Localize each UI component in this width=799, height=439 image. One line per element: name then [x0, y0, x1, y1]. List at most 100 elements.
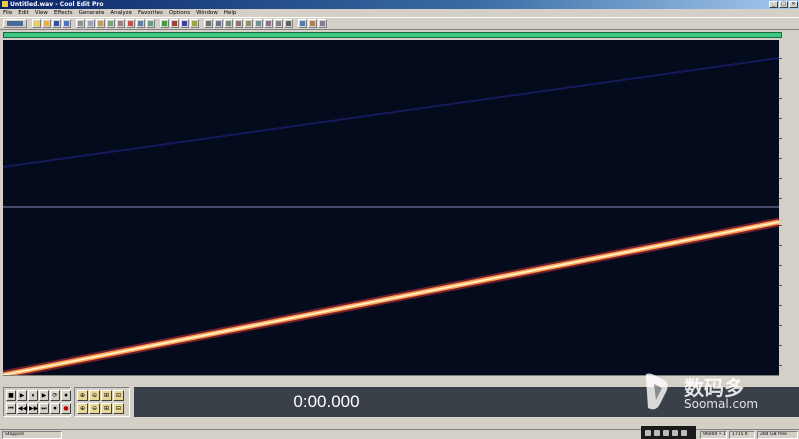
settings-button[interactable]: [318, 19, 327, 28]
mix-paste-button[interactable]: [106, 19, 115, 28]
menu-window[interactable]: Window: [193, 9, 221, 17]
effect-7-icon: [266, 21, 271, 26]
cut-button[interactable]: [76, 19, 85, 28]
frequency-button[interactable]: [308, 19, 317, 28]
effect-6-button[interactable]: [254, 19, 263, 28]
close-button[interactable]: ×: [789, 1, 798, 8]
fast-forward-button[interactable]: ▶▶: [28, 402, 38, 414]
system-tray: [641, 426, 696, 439]
redo-button[interactable]: [146, 19, 155, 28]
menu-bar: File Edit View Effects Generate Analyze …: [0, 9, 799, 17]
maximize-button[interactable]: □: [779, 1, 788, 8]
undo-button[interactable]: [136, 19, 145, 28]
delete-icon: [128, 21, 133, 26]
open-folder-icon: [44, 21, 49, 26]
record-button[interactable]: ⏺: [50, 402, 60, 414]
menu-edit[interactable]: Edit: [15, 9, 32, 17]
trim-icon: [118, 21, 123, 26]
status-free-space: 284 GB free: [757, 431, 798, 439]
menu-file[interactable]: File: [0, 9, 15, 17]
zoom-in-vertical-button[interactable]: ⊕: [77, 402, 88, 414]
analysis-button[interactable]: [298, 19, 307, 28]
spectral-icon: [172, 21, 177, 26]
menu-options[interactable]: Options: [166, 9, 193, 17]
spectral-display[interactable]: [3, 40, 779, 375]
zoom-right-button[interactable]: ⊟: [113, 402, 124, 414]
waveform-icon: [162, 21, 167, 26]
delete-button[interactable]: [126, 19, 135, 28]
tray-icon-3[interactable]: [663, 429, 669, 436]
effect-7-button[interactable]: [264, 19, 273, 28]
effect-9-button[interactable]: [284, 19, 293, 28]
effect-1-button[interactable]: [204, 19, 213, 28]
effect-2-icon: [216, 21, 221, 26]
effect-4-button[interactable]: [234, 19, 243, 28]
redo-icon: [148, 21, 153, 26]
multitrack-toggle-button[interactable]: [3, 19, 27, 28]
tray-icon-2[interactable]: [654, 429, 660, 436]
effect-3-icon: [226, 21, 231, 26]
zoom-out-horizontal-button[interactable]: ⊖: [89, 390, 100, 401]
mix-paste-icon: [108, 21, 113, 26]
zoom-out-vertical-button[interactable]: ⊖: [89, 402, 100, 414]
copy-button[interactable]: [86, 19, 95, 28]
open-button[interactable]: [42, 19, 51, 28]
trim-button[interactable]: [116, 19, 125, 28]
tray-icon-1[interactable]: [645, 429, 651, 436]
menu-generate[interactable]: Generate: [76, 9, 108, 17]
effect-3-button[interactable]: [224, 19, 233, 28]
scroll-button[interactable]: [180, 19, 189, 28]
pause-button[interactable]: ⏸: [28, 390, 38, 401]
go-to-end-button[interactable]: ⏭: [39, 402, 49, 414]
window-title: Untitled.wav - Cool Edit Pro: [10, 1, 104, 8]
zoom-full-button[interactable]: ⊞: [101, 390, 112, 401]
watermark-url: Soomal.com: [684, 397, 759, 411]
tray-icon-5[interactable]: [681, 429, 687, 436]
rewind-button[interactable]: ◀◀: [17, 402, 27, 414]
minimize-button[interactable]: _: [769, 1, 778, 8]
go-to-start-button[interactable]: ⏮: [6, 402, 16, 414]
effect-2-button[interactable]: [214, 19, 223, 28]
spectral-view-button[interactable]: [170, 19, 179, 28]
status-bits: 96000 • 16-bit: [700, 431, 727, 439]
overview-bar[interactable]: [3, 32, 782, 38]
paste-button[interactable]: [96, 19, 105, 28]
transport-controls: ■ ▶ ⏸ ▶ ⟳ ⏺ ⏮ ◀◀ ▶▶ ⏭ ⏺ ●: [3, 387, 71, 417]
effect-5-icon: [246, 21, 251, 26]
upper-channel-sweep: [3, 57, 779, 168]
stop-button[interactable]: ■: [6, 390, 16, 401]
marker-icon: [192, 21, 197, 26]
marker-button[interactable]: [190, 19, 199, 28]
loop-button[interactable]: ⟳: [50, 390, 60, 401]
app-icon: [2, 1, 8, 7]
save-icon: [54, 21, 59, 26]
play-button[interactable]: ▶: [17, 390, 27, 401]
menu-effects[interactable]: Effects: [51, 9, 76, 17]
zoom-selection-button[interactable]: ⊟: [113, 390, 124, 401]
zoom-left-button[interactable]: ⊞: [101, 402, 112, 414]
tray-icon-4[interactable]: [672, 429, 678, 436]
menu-analyze[interactable]: Analyze: [107, 9, 135, 17]
effect-8-button[interactable]: [274, 19, 283, 28]
play-to-end-button[interactable]: ▶: [39, 390, 49, 401]
zoom-in-horizontal-button[interactable]: ⊕: [77, 390, 88, 401]
record-button-top[interactable]: ⏺: [61, 390, 71, 401]
copy-icon: [88, 21, 93, 26]
effect-5-button[interactable]: [244, 19, 253, 28]
record-red-button[interactable]: ●: [61, 402, 71, 414]
scroll-icon: [182, 21, 187, 26]
menu-favorites[interactable]: Favorites: [135, 9, 166, 17]
save-button[interactable]: [52, 19, 61, 28]
effect-1-icon: [206, 21, 211, 26]
effect-9-icon: [286, 21, 291, 26]
settings-icon: [320, 21, 325, 26]
menu-view[interactable]: View: [32, 9, 51, 17]
effect-6-icon: [256, 21, 261, 26]
frequency-icon: [310, 21, 315, 26]
menu-help[interactable]: Help: [221, 9, 240, 17]
waveform-view-button[interactable]: [160, 19, 169, 28]
new-button[interactable]: [32, 19, 41, 28]
new-icon: [34, 21, 39, 26]
save-as-button[interactable]: [62, 19, 71, 28]
paste-icon: [98, 21, 103, 26]
